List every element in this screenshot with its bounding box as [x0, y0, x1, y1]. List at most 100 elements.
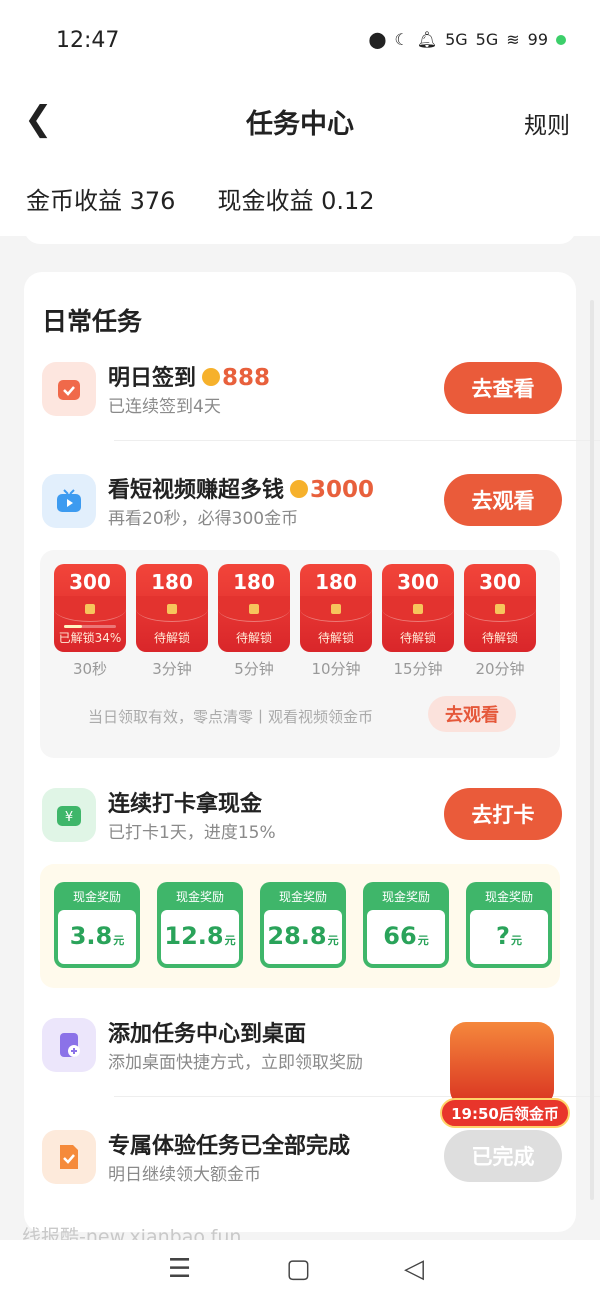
task-name: 添加任务中心到桌面: [108, 1022, 307, 1047]
cash-reward-value: ?元: [470, 910, 548, 964]
task-checkin: 明日签到 888 已连续签到4天 去查看: [42, 356, 562, 426]
envelope-amount: 300: [69, 570, 111, 594]
task-exclusive: 专属体验任务已全部完成 明日继续领大额金币 已完成: [42, 1124, 562, 1194]
envelope-time: 30秒: [72, 660, 108, 678]
add-desktop-icon: [42, 1018, 96, 1072]
bell-icon: 🔔︎: [416, 30, 438, 49]
lock-icon: [249, 604, 259, 614]
cash-reward-value: 3.8元: [58, 910, 136, 964]
rules-link[interactable]: 规则: [524, 106, 570, 140]
red-envelope[interactable]: 180 待解锁: [136, 564, 208, 652]
envelope-amount: 300: [397, 570, 439, 594]
nav-header: ❮ 任务中心 规则: [0, 80, 600, 160]
watch-video-small-button[interactable]: 去观看: [428, 696, 516, 732]
envelope-time: 20分钟: [475, 660, 525, 678]
watch-video-button[interactable]: 去观看: [444, 474, 562, 526]
cash-reward-item: 现金奖励 3.8元: [54, 882, 140, 968]
red-envelope[interactable]: 300 待解锁: [382, 564, 454, 652]
wifi-icon: ≋: [506, 30, 520, 49]
back-nav-icon[interactable]: ◁: [404, 1254, 424, 1284]
envelope-status: 已解锁34%: [58, 631, 122, 645]
task-subtitle: 明日继续领大额金币: [108, 1165, 261, 1185]
document-check-icon: [42, 1130, 96, 1184]
task-subtitle: 已打卡1天，进度15%: [108, 823, 276, 843]
svg-text:¥: ¥: [65, 810, 73, 825]
cash-reward-item: 现金奖励 28.8元: [260, 882, 346, 968]
envelope-amount: 180: [233, 570, 275, 594]
envelope-time: 3分钟: [152, 660, 192, 678]
task-name: 连续打卡拿现金: [108, 792, 263, 817]
status-time: 12:47: [56, 28, 120, 53]
task-cash-checkin: ¥ 连续打卡拿现金 已打卡1天，进度15% 去打卡: [42, 782, 562, 852]
view-checkin-button[interactable]: 去查看: [444, 362, 562, 414]
chest-icon: [450, 1022, 554, 1106]
treasure-chest[interactable]: 19:50后领金币: [440, 1014, 570, 1128]
battery-icon: 99: [527, 30, 548, 49]
cash-reward-item: 现金奖励 66元: [363, 882, 449, 968]
coin-icon: [290, 480, 309, 498]
unlock-progress: [64, 625, 116, 628]
cash-reward-label: 现金奖励: [72, 890, 121, 904]
red-envelope[interactable]: 180 待解锁: [300, 564, 372, 652]
lock-icon: [495, 604, 505, 614]
cash-reward-row: 现金奖励 3.8元 现金奖励 12.8元 现金奖励 28.8元 现金奖励 66元 现金奖励 ?元: [54, 882, 552, 968]
envelope-amount: 300: [479, 570, 521, 594]
section-title: 日常任务: [42, 302, 143, 340]
video-note: 当日领取有效，零点清零丨观看视频领金币: [88, 708, 374, 726]
task-subtitle: 添加桌面快捷方式，立即领取奖励: [108, 1053, 363, 1073]
scrollbar[interactable]: [590, 300, 594, 1200]
page-title: 任务中心: [246, 109, 354, 140]
coin-earnings: 金币收益 376: [26, 186, 176, 215]
envelope-status: 待解锁: [399, 631, 436, 645]
moon-icon: ☾: [394, 30, 409, 49]
envelope-amount: 180: [315, 570, 357, 594]
coin-icon: [202, 368, 221, 386]
envelope-status: 待解锁: [317, 631, 354, 645]
cash-reward-value: 66元: [367, 910, 445, 964]
task-watch-video: 看短视频赚超多钱 3000 再看20秒，必得300金币 去观看: [42, 468, 562, 538]
status-icons: ⬤ ☾ 🔔︎ 5G 5G ≋ 99: [369, 30, 566, 49]
cash-reward-value: 12.8元: [161, 910, 239, 964]
task-name: 明日签到 888: [108, 365, 271, 391]
calendar-icon: [42, 362, 96, 416]
lock-icon: [167, 604, 177, 614]
envelope-time: 10分钟: [311, 660, 361, 678]
cash-reward-value: 28.8元: [264, 910, 342, 964]
privacy-dot-icon: [556, 34, 566, 45]
system-nav-bar: ☰ ▢ ◁: [0, 1240, 600, 1304]
cash-reward-item: 现金奖励 ?元: [466, 882, 552, 968]
red-envelope[interactable]: 180 待解锁: [218, 564, 290, 652]
envelope-row: 300 已解锁34% 180 待解锁 180 待解锁 180 待解锁 300 待解锁 300 待解锁: [54, 564, 536, 652]
red-envelope[interactable]: 300 待解锁: [464, 564, 536, 652]
cash-reward-label: 现金奖励: [484, 890, 533, 904]
task-subtitle: 再看20秒，必得300金币: [108, 509, 299, 529]
tv-icon: [42, 474, 96, 528]
cash-reward-item: 现金奖励 12.8元: [157, 882, 243, 968]
cash-reward-label: 现金奖励: [381, 890, 430, 904]
divider: [114, 440, 600, 441]
cash-reward-label: 现金奖励: [278, 890, 327, 904]
previous-card-edge: [24, 226, 576, 244]
earnings-bar: 金币收益 376 现金收益 0.12: [0, 160, 600, 236]
envelope-status: 待解锁: [481, 631, 518, 645]
envelope-status: 待解锁: [153, 631, 190, 645]
yen-icon: ¥: [42, 788, 96, 842]
location-icon: ⬤: [368, 30, 387, 49]
home-icon[interactable]: ▢: [286, 1254, 311, 1284]
cash-reward-panel: 现金奖励 3.8元 现金奖励 12.8元 现金奖励 28.8元 现金奖励 66元 现金奖励 ?元: [40, 864, 560, 988]
signal-icon: 5G: [445, 30, 468, 49]
red-envelope[interactable]: 300 已解锁34%: [54, 564, 126, 652]
envelope-status: 待解锁: [235, 631, 272, 645]
completed-button[interactable]: 已完成: [444, 1130, 562, 1182]
menu-icon[interactable]: ☰: [168, 1254, 191, 1284]
lock-icon: [413, 604, 423, 614]
cash-checkin-button[interactable]: 去打卡: [444, 788, 562, 840]
envelope-times: 30秒 3分钟 5分钟 10分钟 15分钟 20分钟: [54, 658, 536, 679]
lock-icon: [85, 604, 95, 614]
envelope-time: 15分钟: [393, 660, 443, 678]
task-subtitle: 已连续签到4天: [108, 397, 221, 417]
lock-icon: [331, 604, 341, 614]
task-name: 专属体验任务已全部完成: [108, 1134, 351, 1159]
video-reward-panel: 300 已解锁34% 180 待解锁 180 待解锁 180 待解锁 300 待解锁 300 待解锁 …: [40, 550, 560, 758]
cash-earnings: 现金收益 0.12: [217, 186, 375, 215]
